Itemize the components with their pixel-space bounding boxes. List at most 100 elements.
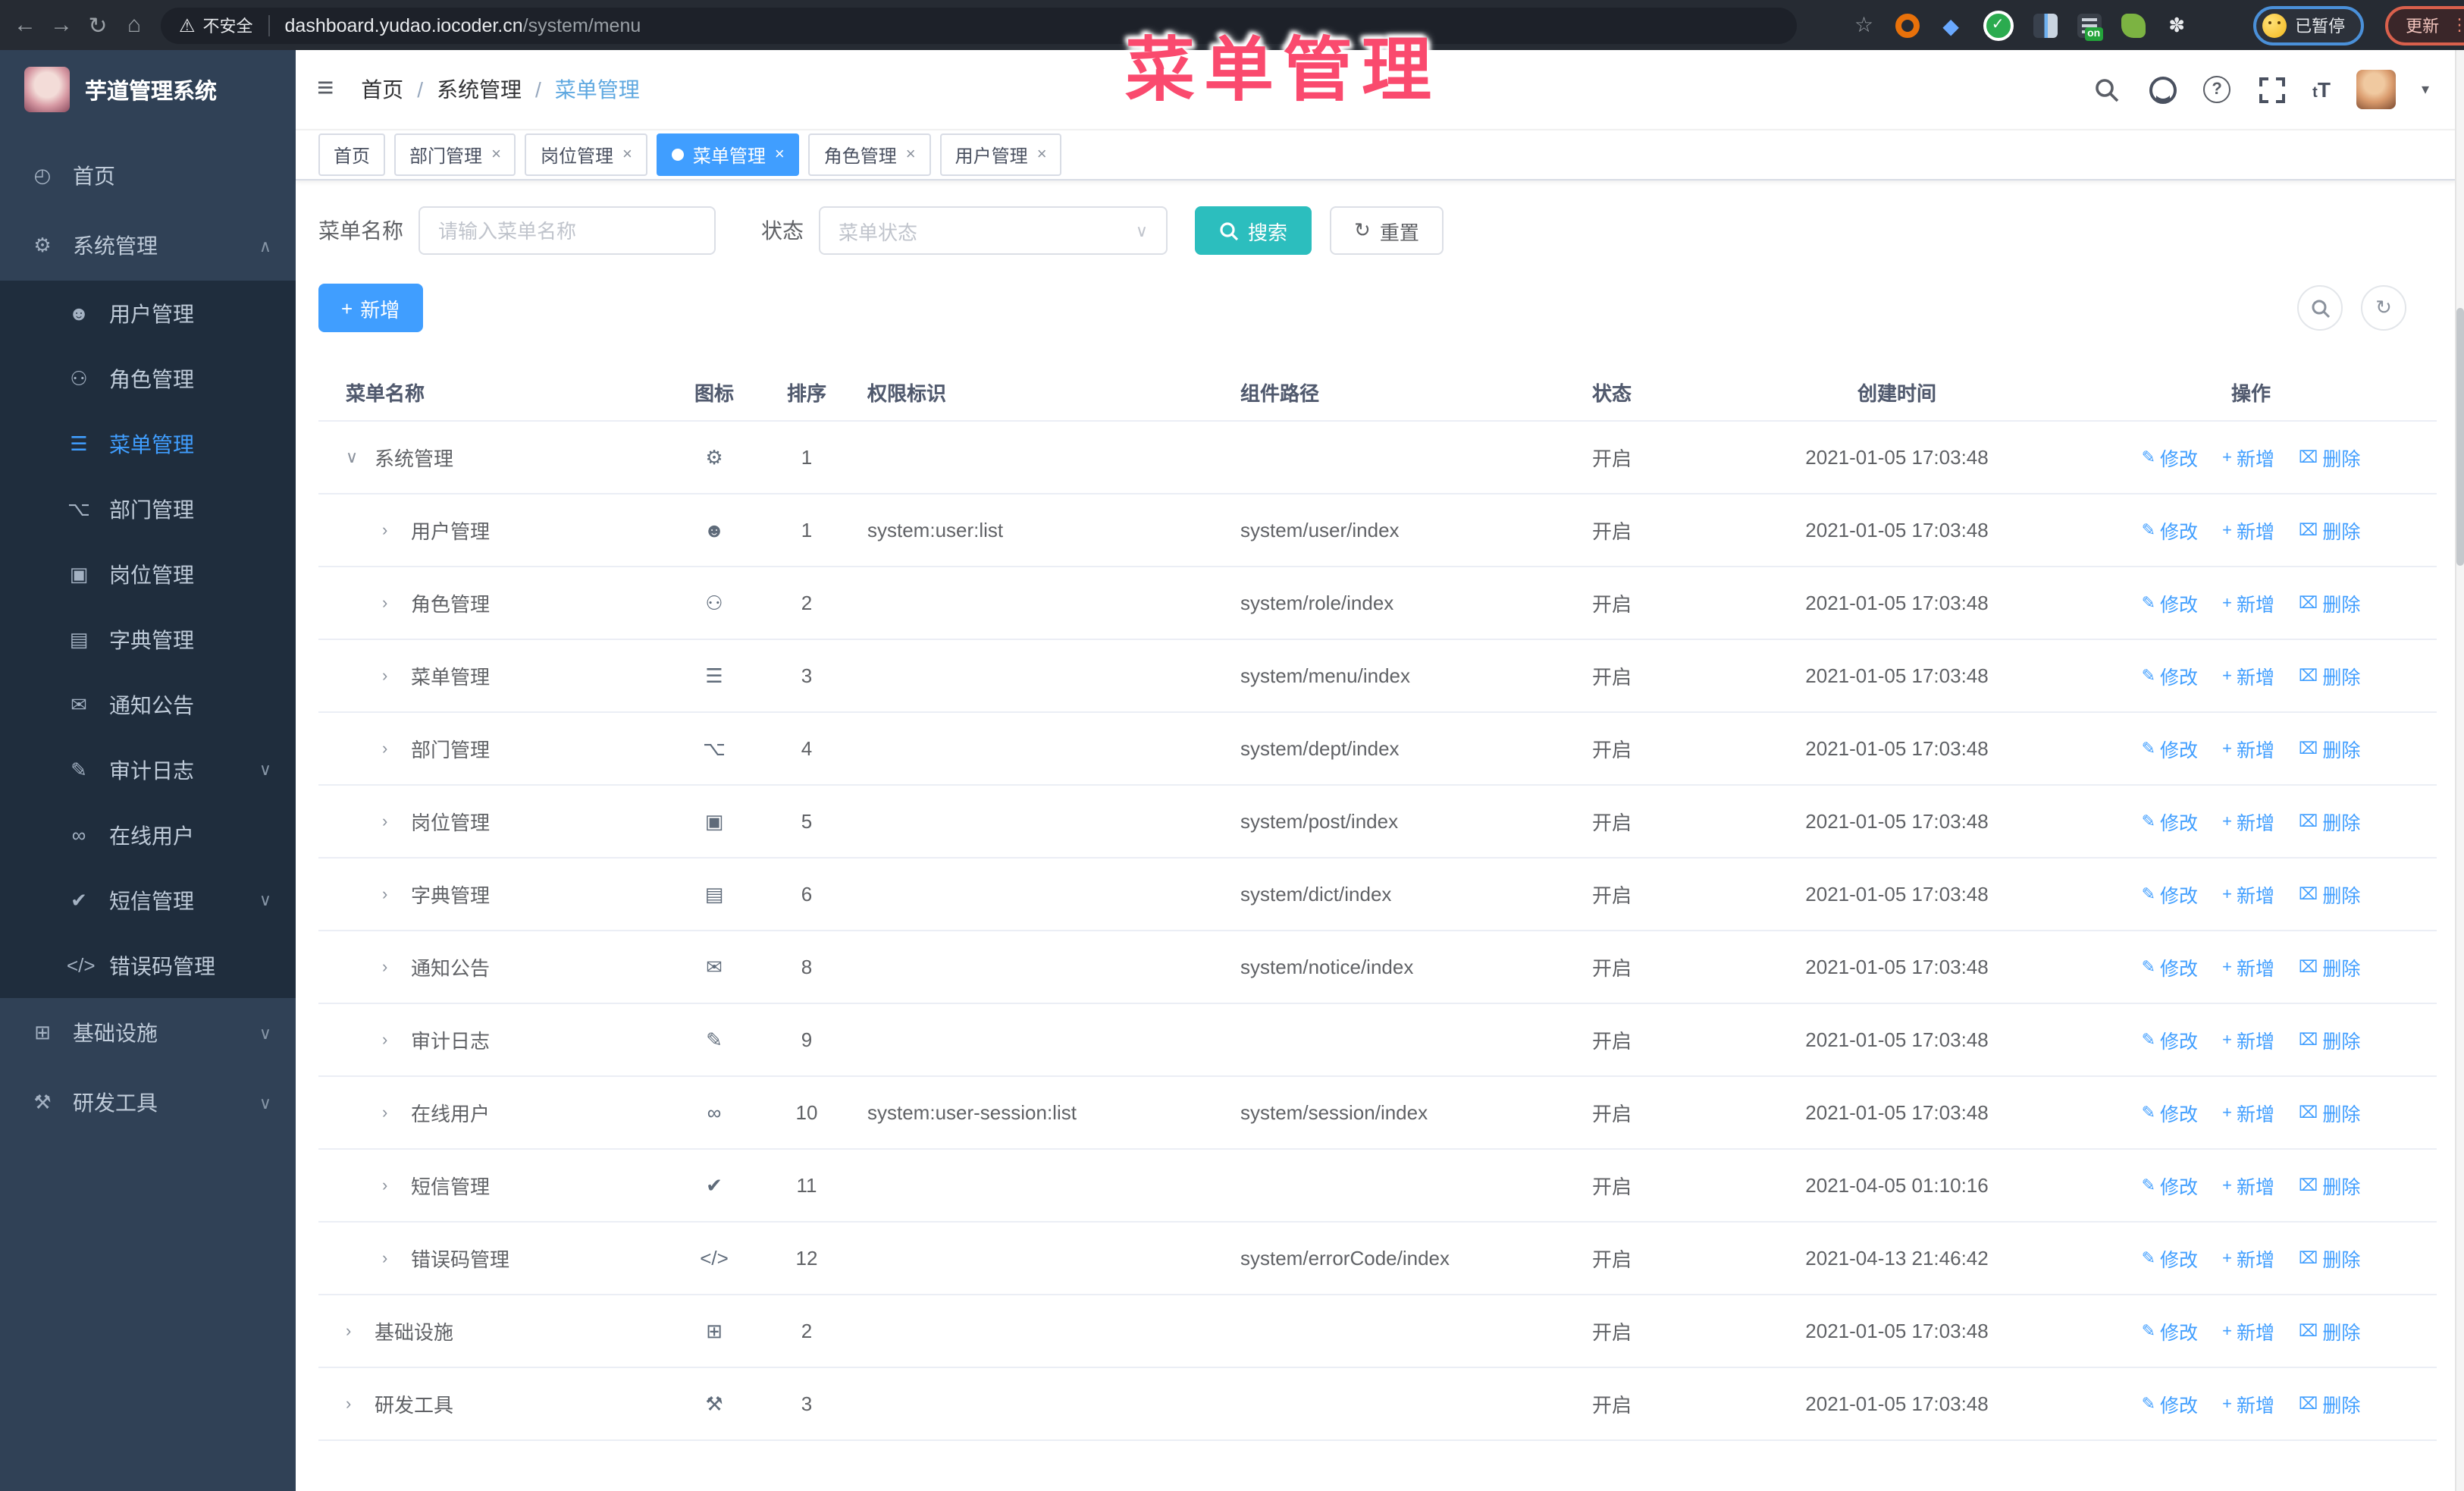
edit-link[interactable]: ✎ 修改 — [2142, 1098, 2198, 1127]
breadcrumb-system[interactable]: 系统管理 — [437, 74, 522, 105]
edit-link[interactable]: ✎ 修改 — [2142, 516, 2198, 545]
expand-icon[interactable]: › — [382, 1176, 397, 1194]
sidebar-item-audit-log[interactable]: ✎ 审计日志 ∨ — [0, 737, 296, 802]
extensions-puzzle-icon[interactable]: ✽ — [2165, 13, 2189, 37]
expand-icon[interactable]: › — [382, 521, 397, 539]
expand-icon[interactable]: › — [382, 1249, 397, 1267]
add-link[interactable]: + 新增 — [2222, 1098, 2274, 1127]
table-row[interactable]: ∨ 系统管理 ⚙ 1 开启 2021-01-05 17:03:48 ✎ 修改 + 新增… — [318, 422, 2437, 494]
edit-link[interactable]: ✎ 修改 — [2142, 953, 2198, 981]
edit-link[interactable]: ✎ 修改 — [2142, 880, 2198, 909]
expand-icon[interactable]: › — [382, 812, 397, 830]
delete-link[interactable]: ⌧ 删除 — [2299, 1025, 2360, 1054]
delete-link[interactable]: ⌧ 删除 — [2299, 1098, 2360, 1127]
sidebar-item-user[interactable]: ☻ 用户管理 — [0, 281, 296, 346]
expand-icon[interactable]: › — [382, 1103, 397, 1122]
search-icon[interactable] — [2091, 74, 2121, 105]
reset-button[interactable]: ↻ 重置 — [1330, 206, 1444, 255]
help-icon[interactable]: ? — [2203, 76, 2231, 103]
sidebar-item-role[interactable]: ⚇ 角色管理 — [0, 346, 296, 411]
sidebar-toggle-icon[interactable]: ≡ — [317, 73, 334, 106]
app-logo-row[interactable]: 芋道管理系统 — [0, 50, 296, 129]
expand-icon[interactable]: › — [382, 1031, 397, 1049]
home-icon[interactable]: ⌂ — [123, 12, 146, 38]
add-link[interactable]: + 新增 — [2222, 807, 2274, 836]
delete-link[interactable]: ⌧ 删除 — [2299, 880, 2360, 909]
table-row[interactable]: › 角色管理 ⚇ 2 system/role/index 开启 2021-01-0… — [318, 567, 2437, 640]
sidebar-item-menu[interactable]: ☰ 菜单管理 — [0, 411, 296, 476]
add-link[interactable]: + 新增 — [2222, 661, 2274, 690]
expand-icon[interactable]: › — [382, 667, 397, 685]
sidebar-item-online-user[interactable]: ∞ 在线用户 — [0, 802, 296, 868]
show-search-button[interactable] — [2297, 285, 2343, 331]
edit-link[interactable]: ✎ 修改 — [2142, 1025, 2198, 1054]
tab-menu[interactable]: 菜单管理 × — [656, 133, 800, 176]
edit-link[interactable]: ✎ 修改 — [2142, 1389, 2198, 1418]
sidebar-item-post[interactable]: ▣ 岗位管理 — [0, 541, 296, 607]
close-icon[interactable]: × — [622, 146, 632, 164]
menu-dots-icon[interactable]: ⋮ — [2451, 15, 2464, 35]
delete-link[interactable]: ⌧ 删除 — [2299, 953, 2360, 981]
edit-link[interactable]: ✎ 修改 — [2142, 1171, 2198, 1200]
user-avatar[interactable] — [2356, 70, 2396, 109]
bookmark-star-icon[interactable]: ☆ — [1854, 12, 1873, 38]
table-row[interactable]: › 岗位管理 ▣ 5 system/post/index 开启 2021-01-0… — [318, 786, 2437, 859]
sidebar-item-notice[interactable]: ✉ 通知公告 — [0, 672, 296, 737]
add-link[interactable]: + 新增 — [2222, 1171, 2274, 1200]
table-row[interactable]: › 基础设施 ⊞ 2 开启 2021-01-05 17:03:48 ✎ 修改 + 新增… — [318, 1295, 2437, 1368]
edit-link[interactable]: ✎ 修改 — [2142, 1317, 2198, 1345]
delete-link[interactable]: ⌧ 删除 — [2299, 1244, 2360, 1273]
table-row[interactable]: › 菜单管理 ☰ 3 system/menu/index 开启 2021-01-0… — [318, 640, 2437, 713]
table-row[interactable]: › 部门管理 ⌥ 4 system/dept/index 开启 2021-01-0… — [318, 713, 2437, 786]
extension-orange-icon[interactable] — [1895, 13, 1920, 37]
add-link[interactable]: + 新增 — [2222, 880, 2274, 909]
table-row[interactable]: › 通知公告 ✉ 8 system/notice/index 开启 2021-01… — [318, 931, 2437, 1004]
tab-post[interactable]: 岗位管理 × — [525, 133, 647, 176]
delete-link[interactable]: ⌧ 删除 — [2299, 807, 2360, 836]
font-size-icon[interactable]: tT — [2312, 77, 2331, 102]
close-icon[interactable]: × — [1037, 146, 1047, 164]
expand-icon[interactable]: › — [382, 958, 397, 976]
close-icon[interactable]: × — [906, 146, 916, 164]
github-icon[interactable] — [2147, 74, 2177, 105]
delete-link[interactable]: ⌧ 删除 — [2299, 516, 2360, 545]
sidebar-item-dept[interactable]: ⌥ 部门管理 — [0, 476, 296, 541]
add-link[interactable]: + 新增 — [2222, 1025, 2274, 1054]
add-link[interactable]: + 新增 — [2222, 589, 2274, 617]
delete-link[interactable]: ⌧ 删除 — [2299, 443, 2360, 472]
add-link[interactable]: + 新增 — [2222, 953, 2274, 981]
forward-icon[interactable]: → — [50, 12, 73, 38]
profile-paused-chip[interactable]: 已暂停 — [2252, 5, 2364, 45]
expand-icon[interactable]: › — [346, 1395, 361, 1413]
delete-link[interactable]: ⌧ 删除 — [2299, 589, 2360, 617]
extension-split-icon[interactable] — [2033, 13, 2058, 37]
add-link[interactable]: + 新增 — [2222, 443, 2274, 472]
refresh-table-button[interactable]: ↻ — [2361, 285, 2406, 331]
table-row[interactable]: › 研发工具 ⚒ 3 开启 2021-01-05 17:03:48 ✎ 修改 + 新增… — [318, 1368, 2437, 1441]
sidebar-item-dev-tools[interactable]: ⚒ 研发工具 ∨ — [0, 1068, 296, 1138]
table-row[interactable]: › 字典管理 ▤ 6 system/dict/index 开启 2021-01-0… — [318, 859, 2437, 931]
sidebar-item-infra[interactable]: ⊞ 基础设施 ∨ — [0, 998, 296, 1068]
expand-icon[interactable]: › — [382, 885, 397, 903]
extension-gem-icon[interactable]: ◆ — [1939, 13, 1963, 37]
edit-link[interactable]: ✎ 修改 — [2142, 443, 2198, 472]
add-link[interactable]: + 新增 — [2222, 1317, 2274, 1345]
table-row[interactable]: › 用户管理 ☻ 1 system:user:list system/user/i… — [318, 494, 2437, 567]
expand-icon[interactable]: › — [346, 1322, 361, 1340]
add-button[interactable]: + 新增 — [318, 284, 423, 332]
delete-link[interactable]: ⌧ 删除 — [2299, 734, 2360, 763]
breadcrumb-home[interactable]: 首页 — [361, 74, 403, 105]
table-row[interactable]: › 错误码管理 </> 12 system/errorCode/index 开启 … — [318, 1223, 2437, 1295]
extension-check-icon[interactable]: ✓ — [1983, 10, 2014, 40]
tab-dept[interactable]: 部门管理 × — [394, 133, 516, 176]
extension-plant-icon[interactable] — [2121, 13, 2146, 37]
status-select[interactable]: 菜单状态 ∨ — [819, 206, 1168, 255]
edit-link[interactable]: ✎ 修改 — [2142, 1244, 2198, 1273]
back-icon[interactable]: ← — [14, 12, 36, 38]
page-scrollbar[interactable] — [2455, 50, 2464, 1491]
reload-icon[interactable]: ↻ — [86, 11, 109, 39]
collapse-icon[interactable]: ∨ — [346, 447, 361, 467]
close-icon[interactable]: × — [491, 146, 501, 164]
expand-icon[interactable]: › — [382, 594, 397, 612]
browser-update-button[interactable]: 更新 ⋮ — [2384, 5, 2464, 45]
